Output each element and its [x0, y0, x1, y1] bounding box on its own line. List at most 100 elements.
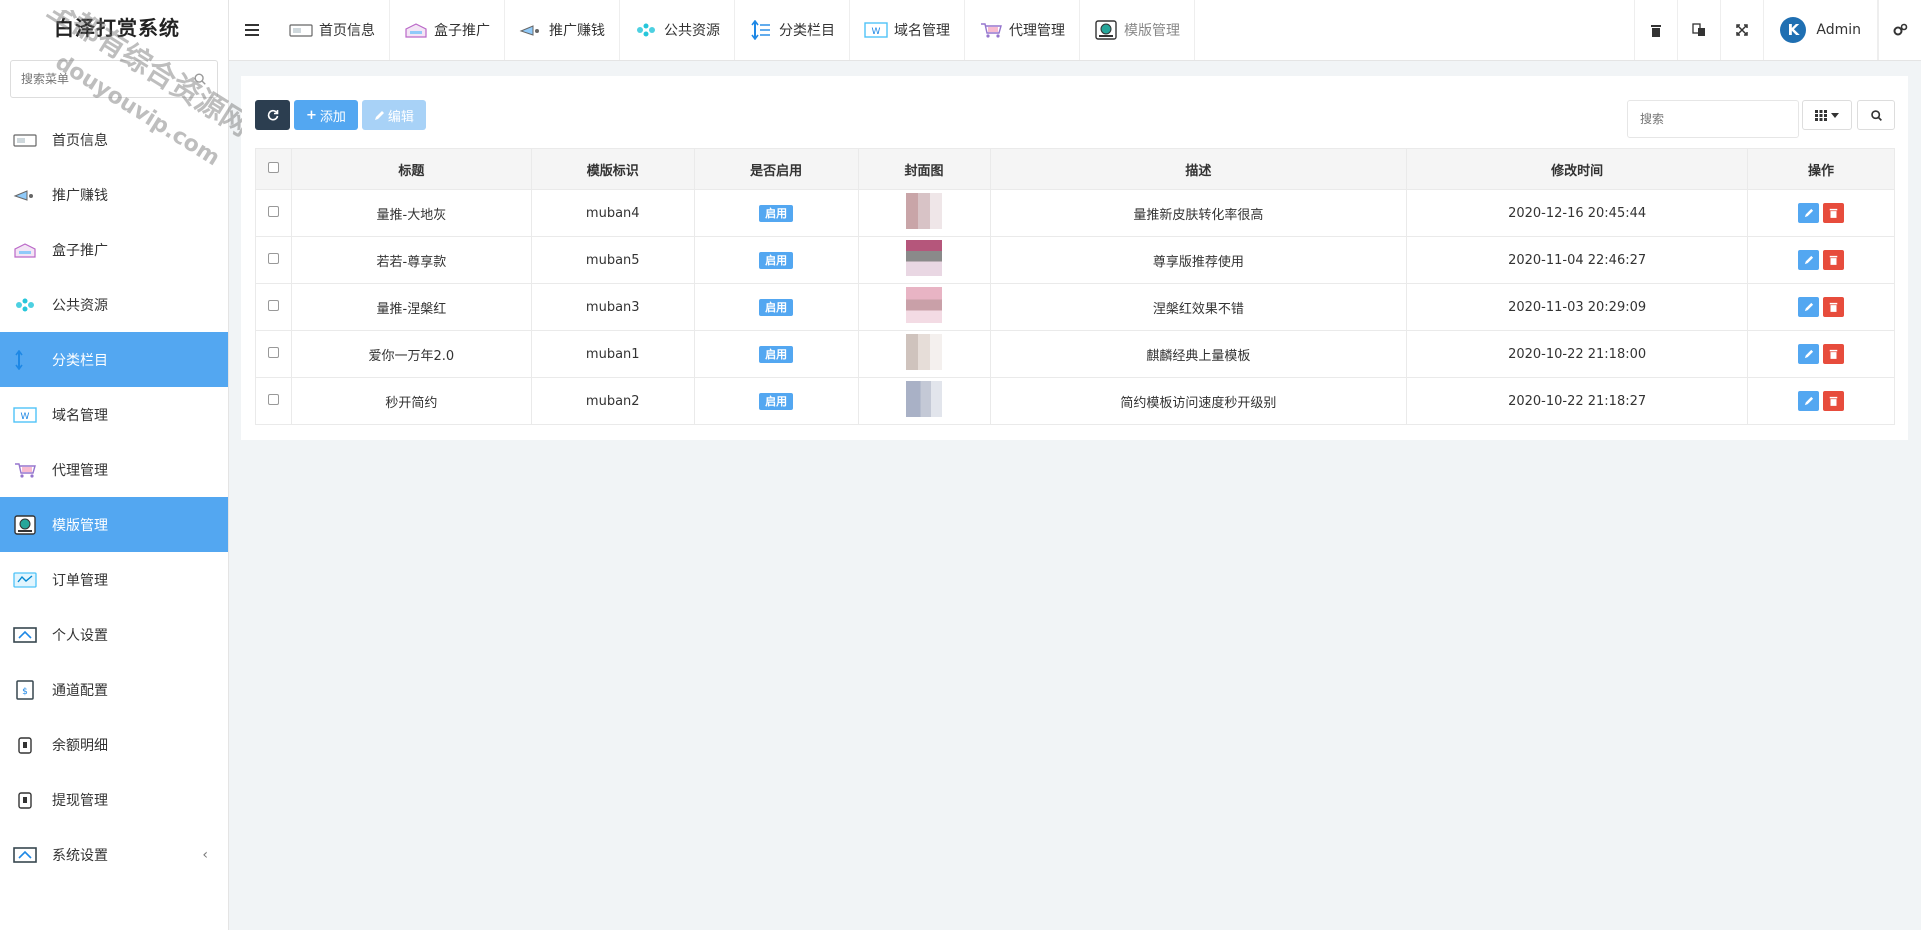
status-badge[interactable]: 启用: [759, 252, 794, 269]
search-icon[interactable]: [193, 72, 207, 86]
domain-icon: W: [864, 20, 888, 40]
sidebar-item-agent[interactable]: 代理管理: [0, 442, 228, 497]
settings-button[interactable]: [1878, 0, 1921, 60]
pencil-icon: [1804, 349, 1813, 359]
tab-promote[interactable]: 推广赚钱: [505, 0, 620, 60]
promote-icon: [519, 20, 543, 40]
tab-template[interactable]: 模版管理: [1080, 0, 1195, 60]
row-checkbox[interactable]: [267, 205, 279, 217]
edit-row-button[interactable]: [1798, 344, 1819, 364]
table-search-input[interactable]: [1640, 112, 1786, 126]
table-row[interactable]: 若若-尊享款 muban5 启用 尊享版推荐使用 2020-11-04 22:4…: [255, 236, 1895, 284]
tab-resources[interactable]: 公共资源: [620, 0, 735, 60]
delete-row-button[interactable]: [1823, 391, 1844, 411]
cover-thumbnail[interactable]: [906, 240, 943, 276]
content-panel: + 添加 编辑 标题 模版标识 是否启用 封面图 描述 修改时间: [241, 76, 1908, 440]
col-status[interactable]: 是否启用: [693, 148, 859, 190]
delete-row-button[interactable]: [1823, 297, 1844, 317]
delete-row-button[interactable]: [1823, 203, 1844, 223]
trash-icon: [1829, 349, 1838, 359]
chevron-left-icon[interactable]: ‹: [202, 847, 208, 863]
cell-desc: 尊享版推荐使用: [989, 236, 1408, 284]
cover-thumbnail[interactable]: [906, 334, 943, 370]
status-badge[interactable]: 启用: [759, 205, 794, 222]
status-badge[interactable]: 启用: [759, 346, 794, 363]
cell-time: 2020-10-22 21:18:00: [1406, 330, 1748, 378]
translate-button[interactable]: [1677, 0, 1720, 60]
sidebar-item-channel[interactable]: $ 通道配置: [0, 662, 228, 717]
sidebar-item-box[interactable]: 盒子推广: [0, 222, 228, 277]
fullscreen-button[interactable]: [1720, 0, 1763, 60]
sidebar-search[interactable]: [10, 60, 218, 98]
admin-menu[interactable]: K Admin: [1763, 0, 1878, 60]
col-cover[interactable]: 封面图: [857, 148, 991, 190]
col-time[interactable]: 修改时间: [1406, 148, 1748, 190]
columns-toggle-button[interactable]: [1802, 100, 1852, 130]
row-checkbox[interactable]: [267, 393, 279, 405]
sidebar-item-settings[interactable]: 系统设置 ‹: [0, 827, 228, 882]
expand-icon: [1736, 24, 1749, 36]
row-checkbox[interactable]: [267, 252, 279, 264]
pencil-icon: [1804, 255, 1813, 265]
cover-thumbnail[interactable]: [906, 381, 943, 417]
table-row[interactable]: 量推-大地灰 muban4 启用 量推新皮肤转化率很高 2020-12-16 2…: [255, 189, 1895, 237]
sidebar-item-label: 余额明细: [52, 737, 108, 754]
add-button-label: 添加: [319, 109, 346, 125]
select-all-checkbox[interactable]: [267, 161, 279, 173]
edit-button[interactable]: 编辑: [361, 100, 426, 130]
tab-box[interactable]: 盒子推广: [390, 0, 505, 60]
sidebar-item-domain[interactable]: W 域名管理: [0, 387, 228, 442]
add-button[interactable]: + 添加: [294, 100, 358, 130]
refresh-button[interactable]: [255, 100, 290, 130]
svg-text:W: W: [21, 412, 30, 422]
edit-row-button[interactable]: [1798, 203, 1819, 223]
table-row[interactable]: 秒开简约 muban2 启用 简约模板访问速度秒开级别 2020-10-22 2…: [255, 377, 1895, 425]
col-title[interactable]: 标题: [290, 148, 532, 190]
status-badge[interactable]: 启用: [759, 299, 794, 316]
row-checkbox[interactable]: [267, 346, 279, 358]
menu-toggle-button[interactable]: [229, 0, 275, 60]
delete-row-button[interactable]: [1823, 344, 1844, 364]
tab-domain[interactable]: W 域名管理: [850, 0, 965, 60]
table-row[interactable]: 爱你一万年2.0 muban1 启用 麒麟经典上量模板 2020-10-22 2…: [255, 330, 1895, 378]
tab-home[interactable]: 首页信息: [275, 0, 390, 60]
sidebar-item-home[interactable]: 首页信息: [0, 112, 228, 167]
select-all-cell[interactable]: [255, 148, 292, 190]
sidebar-item-balance[interactable]: 余额明细: [0, 717, 228, 772]
sidebar-item-label: 个人设置: [52, 627, 108, 644]
table-search[interactable]: [1627, 100, 1799, 138]
edit-row-button[interactable]: [1798, 250, 1819, 270]
sidebar-item-label: 域名管理: [52, 407, 108, 424]
sidebar-item-template[interactable]: 模版管理: [0, 497, 228, 552]
edit-row-button[interactable]: [1798, 391, 1819, 411]
cell-key: muban2: [530, 377, 695, 425]
gears-icon: [1893, 23, 1908, 36]
clear-cache-button[interactable]: [1634, 0, 1677, 60]
tab-category[interactable]: 分类栏目: [735, 0, 850, 60]
edit-row-button[interactable]: [1798, 297, 1819, 317]
cover-thumbnail[interactable]: [906, 287, 943, 323]
cell-time: 2020-11-04 22:46:27: [1406, 236, 1748, 284]
withdraw-icon: [12, 790, 38, 810]
agent-icon: [12, 460, 38, 480]
status-badge[interactable]: 启用: [759, 393, 794, 410]
sidebar-item-label: 首页信息: [52, 132, 108, 149]
cell-time: 2020-11-03 20:29:09: [1406, 283, 1748, 331]
cover-thumbnail[interactable]: [906, 193, 943, 229]
search-button[interactable]: [1857, 100, 1895, 130]
sidebar-item-order[interactable]: 订单管理: [0, 552, 228, 607]
sidebar-item-category[interactable]: 分类栏目: [0, 332, 228, 387]
delete-row-button[interactable]: [1823, 250, 1844, 270]
col-desc[interactable]: 描述: [989, 148, 1408, 190]
sidebar-item-withdraw[interactable]: 提现管理: [0, 772, 228, 827]
sidebar-item-promote[interactable]: 推广赚钱: [0, 167, 228, 222]
sidebar-search-input[interactable]: [21, 72, 193, 86]
row-checkbox[interactable]: [267, 299, 279, 311]
sidebar-item-profile[interactable]: 个人设置: [0, 607, 228, 662]
profile-icon: [12, 625, 38, 645]
table-row[interactable]: 量推-涅槃红 muban3 启用 涅槃红效果不错 2020-11-03 20:2…: [255, 283, 1895, 331]
tab-agent[interactable]: 代理管理: [965, 0, 1080, 60]
sidebar-item-resources[interactable]: 公共资源: [0, 277, 228, 332]
resources-icon: [634, 20, 658, 40]
col-key[interactable]: 模版标识: [530, 148, 695, 190]
